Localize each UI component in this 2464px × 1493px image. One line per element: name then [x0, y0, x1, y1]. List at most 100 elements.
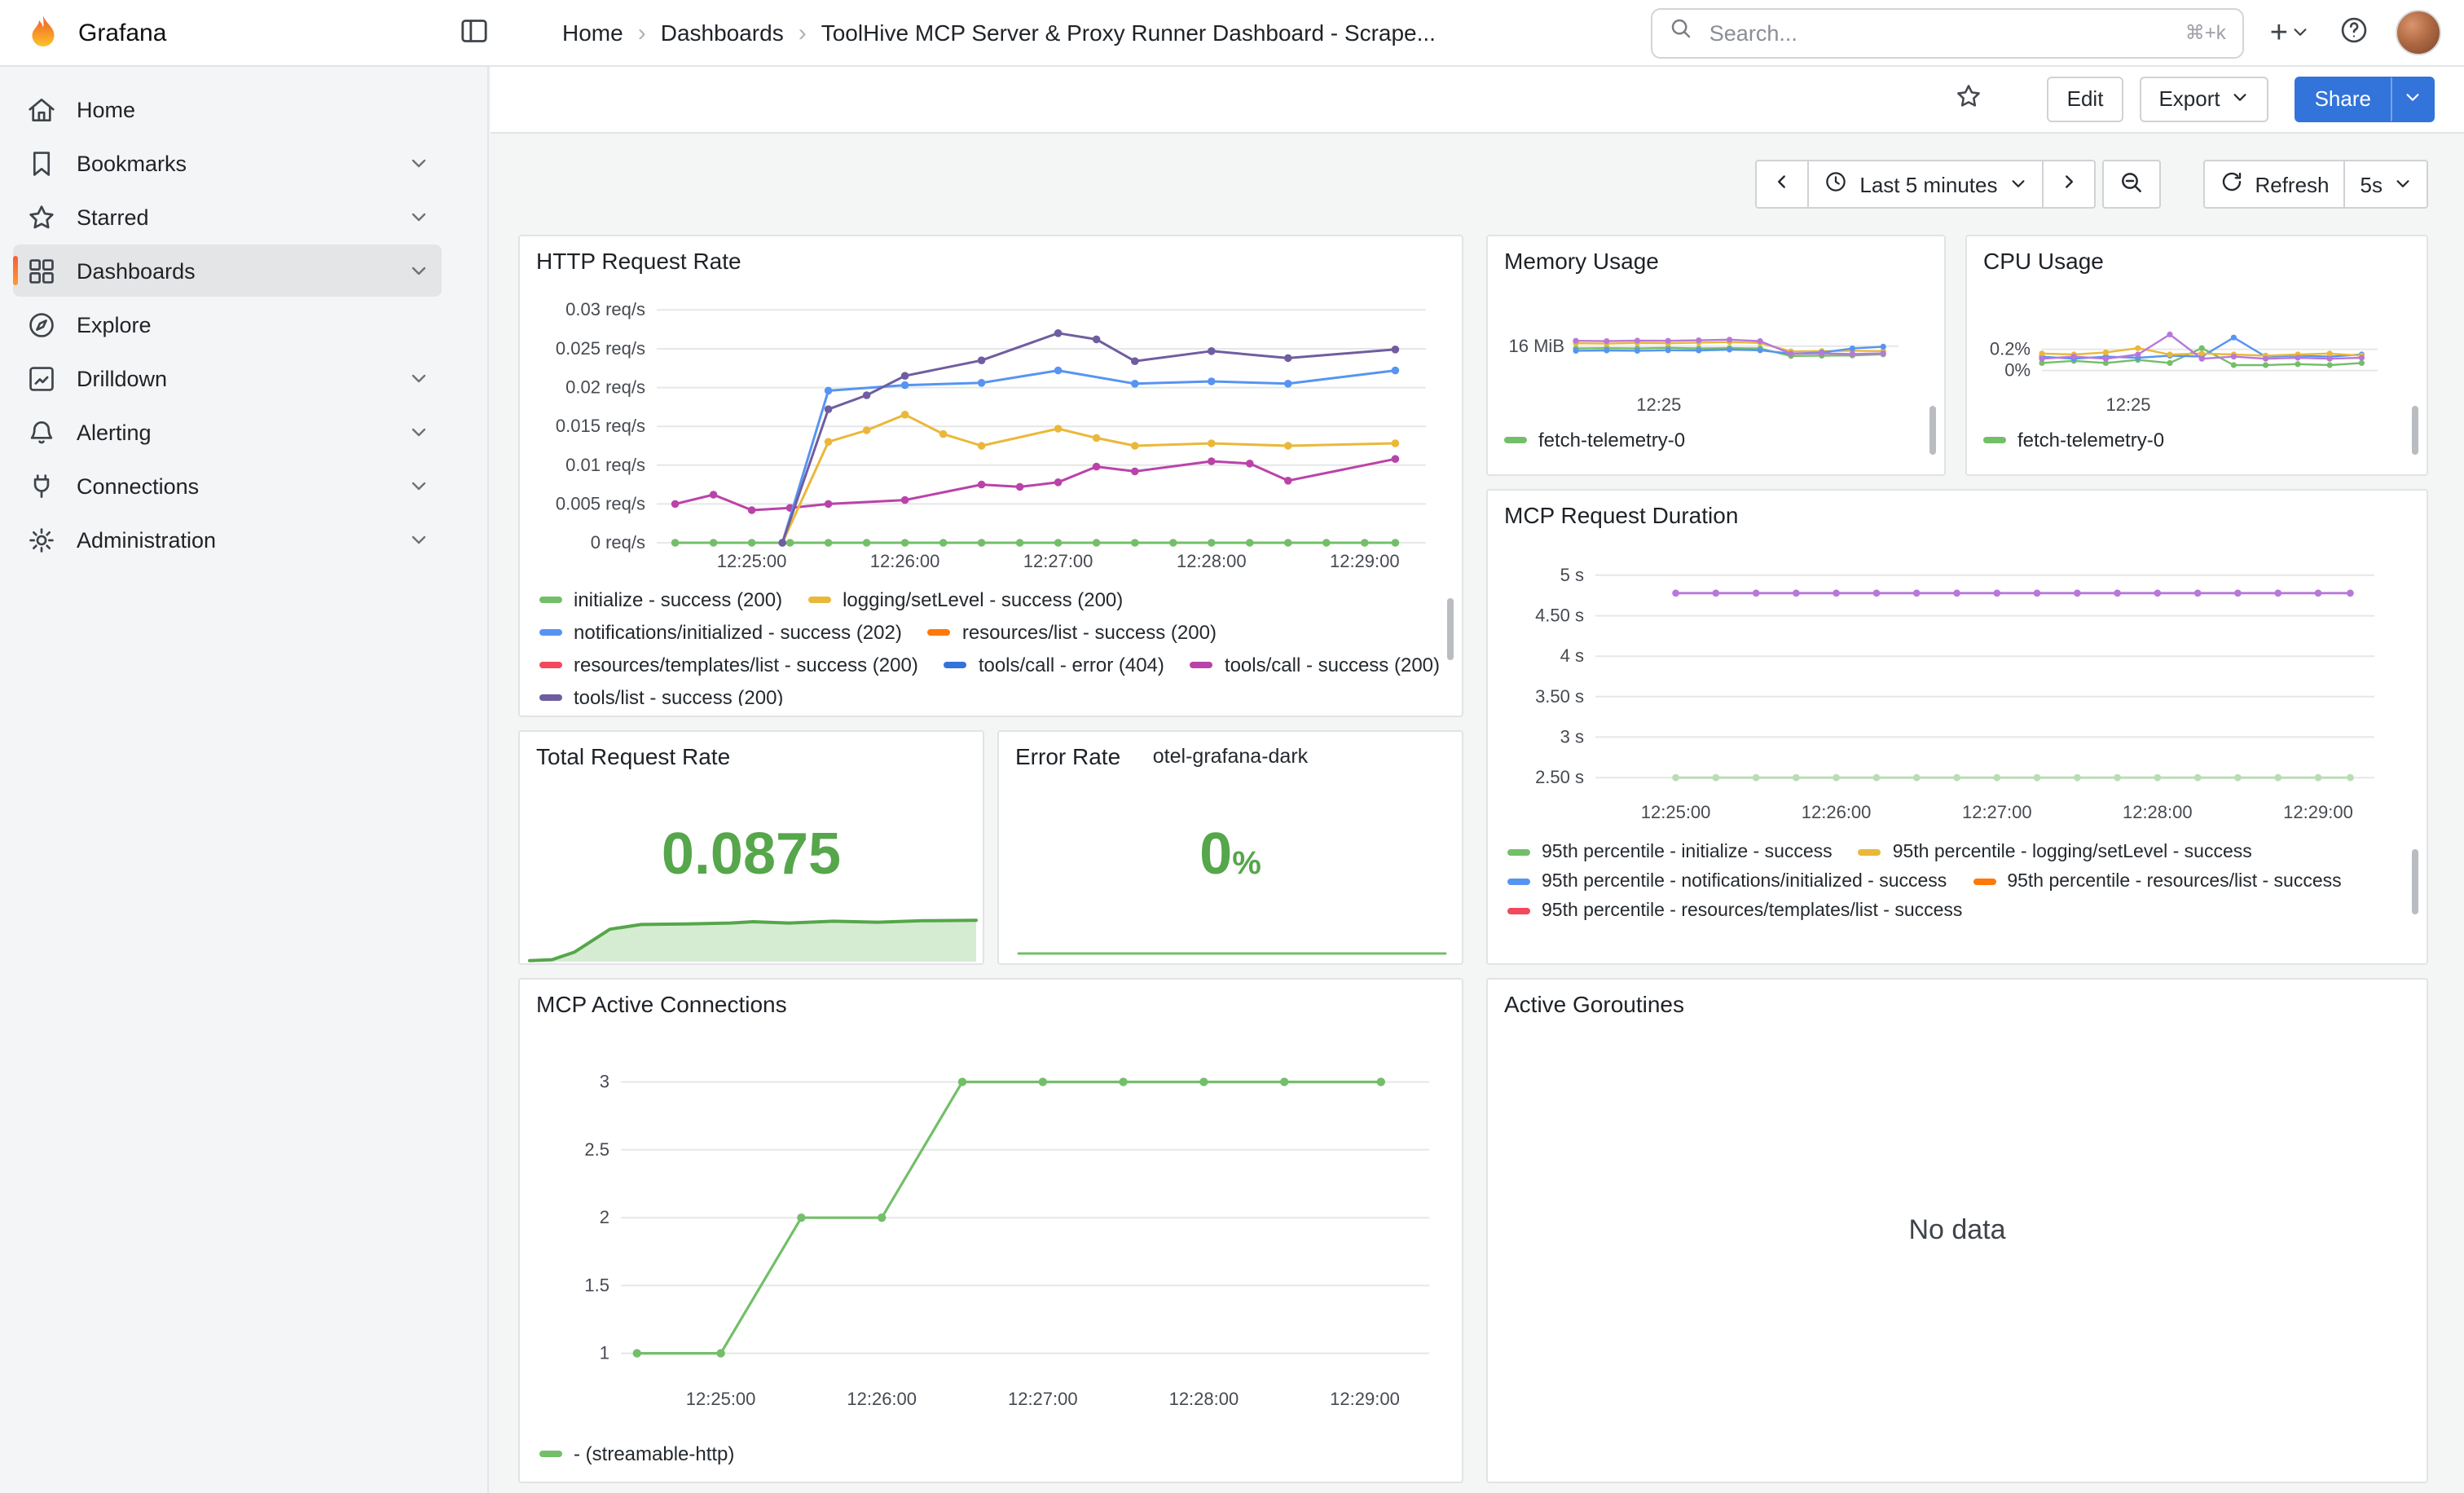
legend-item[interactable]: 95th percentile - resources/templates/li… — [1507, 901, 1962, 921]
panel-title[interactable]: CPU Usage — [1983, 248, 2104, 274]
legend-label: 95th percentile - initialize - success — [1542, 843, 1833, 862]
legend-item[interactable]: tools/list - success (200) — [539, 686, 783, 706]
svg-text:2.50 s: 2.50 s — [1535, 767, 1584, 787]
legend-item[interactable]: resources/templates/list - success (200) — [539, 654, 918, 676]
svg-text:12:26:00: 12:26:00 — [870, 551, 940, 571]
sidebar-item-connections[interactable]: Connections — [13, 460, 442, 512]
sidebar-item-home[interactable]: Home — [13, 83, 442, 135]
drilldown-icon — [26, 363, 57, 394]
legend-item[interactable]: 95th percentile - notifications/initiali… — [1507, 872, 1947, 892]
sidebar-item-explore[interactable]: Explore — [13, 298, 442, 350]
panel-title[interactable]: MCP Request Duration — [1504, 502, 1738, 528]
chevron-right-icon — [2057, 171, 2079, 197]
user-avatar[interactable] — [2396, 10, 2441, 55]
sidebar: Home Bookmarks Starred Dashboards ExploreDri… — [0, 65, 489, 1493]
apps-icon — [26, 255, 57, 286]
legend-item[interactable]: fetch-telemetry-0 — [1983, 429, 2164, 451]
legend-item[interactable]: logging/setLevel - success (200) — [808, 588, 1123, 611]
svg-text:2: 2 — [600, 1207, 609, 1227]
add-button[interactable]: + — [2267, 14, 2312, 51]
http-request-rate-chart: 0 req/s0.005 req/s0.01 req/s0.015 req/s0… — [523, 282, 1445, 585]
search-input[interactable] — [1706, 19, 2172, 46]
breadcrumb-item[interactable]: ToolHive MCP Server & Proxy Runner Dashb… — [821, 20, 1436, 46]
chevron-down-icon — [2009, 172, 2026, 196]
sidebar-item-starred[interactable]: Starred — [13, 191, 442, 243]
legend-item[interactable]: 95th percentile - logging/setLevel - suc… — [1859, 843, 2252, 862]
chevron-down-icon[interactable] — [409, 261, 429, 280]
panel-title[interactable]: Total Request Rate — [536, 743, 730, 769]
breadcrumb-item[interactable]: Dashboards — [661, 20, 784, 46]
panel-title[interactable]: HTTP Request Rate — [536, 248, 741, 274]
zoom-out-icon — [2118, 169, 2144, 200]
sidebar-toggle-button[interactable] — [453, 11, 495, 54]
time-back-button[interactable] — [1755, 160, 1809, 209]
share-button[interactable]: Share — [2295, 76, 2391, 121]
help-button[interactable] — [2335, 11, 2373, 54]
export-label: Export — [2158, 86, 2220, 111]
export-button[interactable]: Export — [2139, 76, 2268, 121]
legend-scrollbar[interactable] — [2412, 406, 2418, 455]
error-rate-unit: % — [1232, 846, 1261, 882]
time-forward-button[interactable] — [2043, 160, 2095, 209]
sidebar-item-alerting[interactable]: Alerting — [13, 406, 442, 458]
sidebar-item-administration[interactable]: Administration — [13, 513, 442, 566]
legend-label: resources/list - success (200) — [962, 621, 1217, 644]
sidebar-item-dashboards[interactable]: Dashboards — [13, 244, 442, 297]
legend-color-dash — [539, 694, 562, 701]
legend-item[interactable]: - (streamable-http) — [539, 1442, 734, 1465]
chevron-down-icon[interactable] — [409, 207, 429, 227]
legend-color-dash — [1190, 662, 1213, 668]
sidebar-item-label: Dashboards — [77, 258, 389, 283]
chevron-down-icon[interactable] — [409, 476, 429, 495]
svg-text:3 s: 3 s — [1560, 726, 1584, 746]
chevron-down-icon[interactable] — [409, 422, 429, 442]
grafana-logo[interactable] — [23, 12, 64, 53]
home-icon — [26, 94, 57, 125]
stat-value: 0.0875 — [520, 820, 983, 888]
legend-item[interactable]: tools/call - error (404) — [944, 654, 1164, 676]
legend-color-dash — [1507, 908, 1530, 914]
chevron-down-icon[interactable] — [409, 153, 429, 173]
legend-color-dash — [808, 597, 831, 603]
legend-label: tools/list - success (200) — [574, 686, 783, 706]
svg-text:0.01 req/s: 0.01 req/s — [565, 455, 645, 475]
chevron-down-icon[interactable] — [409, 368, 429, 388]
edit-button[interactable]: Edit — [2048, 76, 2123, 121]
legend-item[interactable]: fetch-telemetry-0 — [1504, 429, 1685, 451]
chevron-down-icon[interactable] — [409, 530, 429, 549]
legend-scrollbar[interactable] — [1447, 598, 1454, 660]
chevron-down-icon — [2404, 86, 2422, 111]
refresh-interval-picker[interactable]: 5s — [2346, 160, 2428, 209]
panel-title[interactable]: Memory Usage — [1504, 248, 1659, 274]
panel-title[interactable]: MCP Active Connections — [536, 991, 787, 1017]
zoom-out-button[interactable] — [2101, 160, 2160, 209]
search-box[interactable]: ⌘+k — [1651, 7, 2244, 58]
legend-color-dash — [1507, 849, 1530, 856]
breadcrumb-item[interactable]: Home — [562, 20, 623, 46]
legend-scrollbar[interactable] — [2412, 849, 2418, 914]
refresh-button[interactable]: Refresh — [2202, 160, 2345, 209]
chevron-left-icon — [1771, 171, 1793, 197]
nav-right-actions: ⌘+k + — [1651, 0, 2441, 65]
legend-color-dash — [1507, 879, 1530, 885]
favorite-star-button[interactable] — [1950, 77, 1989, 121]
svg-text:0.005 req/s: 0.005 req/s — [556, 493, 645, 513]
legend-item[interactable]: initialize - success (200) — [539, 588, 782, 611]
svg-text:12:25: 12:25 — [2105, 394, 2150, 415]
legend-color-dash — [539, 1451, 562, 1457]
share-menu-button[interactable] — [2391, 76, 2435, 121]
top-nav: Grafana Home›Dashboards›ToolHive MCP Ser… — [0, 0, 2464, 67]
sidebar-item-drilldown[interactable]: Drilldown — [13, 352, 442, 404]
sidebar-item-label: Alerting — [77, 420, 389, 444]
time-range-picker[interactable]: Last 5 minutes — [1809, 160, 2043, 209]
memory-usage-chart: 16 MiB12:25 — [1498, 292, 1915, 416]
legend-item[interactable]: 95th percentile - resources/list - succe… — [1973, 872, 2341, 892]
panel-title[interactable]: Active Goroutines — [1504, 991, 1684, 1017]
sidebar-item-bookmarks[interactable]: Bookmarks — [13, 137, 442, 189]
legend-item[interactable]: resources/list - success (200) — [928, 621, 1217, 644]
sidebar-item-label: Bookmarks — [77, 151, 389, 175]
legend-item[interactable]: 95th percentile - initialize - success — [1507, 843, 1833, 862]
legend-scrollbar[interactable] — [1929, 406, 1936, 455]
legend-item[interactable]: tools/call - success (200) — [1190, 654, 1440, 676]
legend-item[interactable]: notifications/initialized - success (202… — [539, 621, 902, 644]
